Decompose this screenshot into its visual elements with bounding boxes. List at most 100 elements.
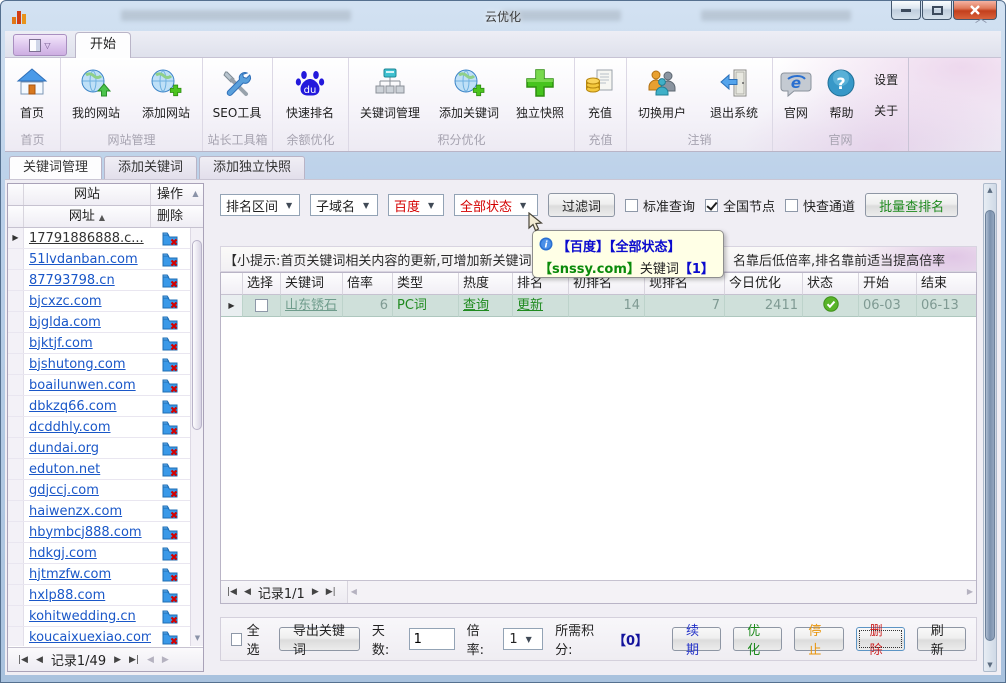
tab-add-snapshot[interactable]: 添加独立快照 <box>199 156 305 179</box>
col-start[interactable]: 开始 <box>859 273 917 295</box>
switch-user-button[interactable]: 切换用户 <box>627 63 697 129</box>
site-link[interactable]: bjshutong.com <box>24 357 151 372</box>
standard-query-checkbox[interactable]: 标准查询 <box>625 196 695 215</box>
pager-prev-icon[interactable]: ◀ <box>36 655 43 665</box>
quick-rank-button[interactable]: du 快速排名 <box>273 63 347 129</box>
home-button[interactable]: 首页 <box>5 63 59 129</box>
scroll-up-icon[interactable]: ▲ <box>984 186 996 194</box>
ribbon-tab-start[interactable]: 开始 <box>75 32 131 58</box>
app-menu-button[interactable]: ▽ <box>13 34 67 56</box>
site-link[interactable]: bjcxzc.com <box>24 294 151 309</box>
my-sites-button[interactable]: 我的网站 <box>61 63 131 129</box>
pager-scroll-left-icon[interactable]: ◀ <box>147 655 154 665</box>
site-link[interactable]: hbymbcj888.com <box>24 525 151 540</box>
site-link[interactable]: dundai.org <box>24 441 151 456</box>
pager-scroll-right-icon[interactable]: ▶ <box>162 655 169 665</box>
column-header-site[interactable]: 网站 <box>24 184 151 205</box>
col-multiplier[interactable]: 倍率 <box>343 273 393 295</box>
engine-select[interactable]: 百度▼ <box>388 194 444 216</box>
grid-horizontal-scrollbar[interactable]: ◀ ▶ <box>347 581 976 603</box>
site-link[interactable]: haiwenzx.com <box>24 504 151 519</box>
national-nodes-checkbox[interactable]: 全国节点 <box>705 196 775 215</box>
delete-site-icon[interactable] <box>151 336 189 351</box>
about-button[interactable]: 关于 <box>874 102 898 119</box>
delete-site-icon[interactable] <box>151 231 189 246</box>
column-header-url[interactable]: 网址▲ <box>24 206 151 227</box>
delete-site-icon[interactable] <box>151 252 189 267</box>
exit-system-button[interactable]: 退出系统 <box>697 63 771 129</box>
pager-first-icon[interactable]: |◀ <box>18 655 28 665</box>
site-link[interactable]: 51lvdanban.com <box>24 252 151 267</box>
site-link[interactable]: eduton.net <box>24 462 151 477</box>
delete-site-icon[interactable] <box>151 546 189 561</box>
site-link[interactable]: 87793798.cn <box>24 273 151 288</box>
delete-site-icon[interactable] <box>151 420 189 435</box>
scroll-down-icon[interactable]: ▼ <box>984 661 996 669</box>
refresh-button[interactable]: 刷新 <box>917 627 966 651</box>
site-link[interactable]: hdkgj.com <box>24 546 151 561</box>
sidebar-scrollbar[interactable]: ▼ <box>190 228 203 646</box>
site-link[interactable]: bjglda.com <box>24 315 151 330</box>
delete-site-icon[interactable] <box>151 567 189 582</box>
cell-keyword[interactable]: 山东锈石 <box>281 295 343 317</box>
pager-first-icon[interactable]: |◀ <box>227 587 237 597</box>
minimize-button[interactable] <box>891 1 921 20</box>
site-link[interactable]: dcddhly.com <box>24 420 151 435</box>
delete-site-icon[interactable] <box>151 378 189 393</box>
multiplier-select[interactable]: 1▼ <box>503 628 543 650</box>
delete-site-icon[interactable] <box>151 441 189 456</box>
delete-site-icon[interactable] <box>151 630 189 645</box>
scrollbar-thumb[interactable] <box>985 210 995 641</box>
column-header-delete[interactable]: 删除 <box>151 206 189 227</box>
recharge-button[interactable]: 充值 <box>575 63 625 129</box>
site-link[interactable]: koucaixuexiao.com <box>24 630 151 645</box>
row-checkbox[interactable] <box>243 295 281 317</box>
site-link[interactable]: boailunwen.com <box>24 378 151 393</box>
seo-tools-button[interactable]: SEO工具 <box>203 63 271 129</box>
subdomain-select[interactable]: 子域名▼ <box>310 194 378 216</box>
col-today-opt[interactable]: 今日优化 <box>725 273 803 295</box>
pager-last-icon[interactable]: ▶| <box>129 655 139 665</box>
scroll-down-icon[interactable]: ▼ <box>191 634 204 646</box>
quick-channel-checkbox[interactable]: 快查通道 <box>785 196 855 215</box>
official-site-button[interactable]: e 官网 <box>773 63 819 129</box>
keyword-mgmt-button[interactable]: 关键词管理 <box>349 63 431 129</box>
delete-site-icon[interactable] <box>151 357 189 372</box>
tab-add-keyword[interactable]: 添加关键词 <box>104 156 197 179</box>
scroll-left-icon[interactable]: ◀ <box>351 587 357 596</box>
settings-button[interactable]: 设置 <box>874 71 898 88</box>
status-select[interactable]: 全部状态▼ <box>454 194 538 216</box>
site-link[interactable]: 17791886888.c... <box>24 231 151 246</box>
pager-next-icon[interactable]: ▶ <box>312 587 319 597</box>
delete-site-icon[interactable] <box>151 462 189 477</box>
col-end[interactable]: 结束 <box>917 273 976 295</box>
cell-rank[interactable]: 更新 <box>513 295 569 317</box>
col-type[interactable]: 类型 <box>393 273 459 295</box>
site-link[interactable]: hxlp88.com <box>24 588 151 603</box>
site-link[interactable]: hjtmzfw.com <box>24 567 151 582</box>
col-keyword[interactable]: 关键词 <box>281 273 343 295</box>
delete-site-icon[interactable] <box>151 483 189 498</box>
add-site-button[interactable]: 添加网站 <box>131 63 201 129</box>
delete-site-icon[interactable] <box>151 504 189 519</box>
delete-site-icon[interactable] <box>151 294 189 309</box>
pager-next-icon[interactable]: ▶ <box>114 655 121 665</box>
delete-site-icon[interactable] <box>151 525 189 540</box>
add-keyword-button[interactable]: 添加关键词 <box>431 63 507 129</box>
delete-button[interactable]: 删除 <box>856 627 905 651</box>
stop-button[interactable]: 停止 <box>794 627 843 651</box>
site-link[interactable]: gdjccj.com <box>24 483 151 498</box>
pager-last-icon[interactable]: ▶| <box>326 587 336 597</box>
standalone-snapshot-button[interactable]: 独立快照 <box>507 63 573 129</box>
batch-rank-button[interactable]: 批量查排名 <box>865 193 958 217</box>
pager-prev-icon[interactable]: ◀ <box>244 587 251 597</box>
delete-site-icon[interactable] <box>151 273 189 288</box>
renew-button[interactable]: 续期 <box>672 627 721 651</box>
days-input[interactable] <box>409 628 455 650</box>
delete-site-icon[interactable] <box>151 588 189 603</box>
site-link[interactable]: dbkzq66.com <box>24 399 151 414</box>
delete-site-icon[interactable] <box>151 399 189 414</box>
cell-heat[interactable]: 查询 <box>459 295 513 317</box>
collapse-ribbon-icon[interactable]: ︿ <box>975 9 987 26</box>
scroll-up-icon[interactable]: ▲ <box>189 184 202 205</box>
